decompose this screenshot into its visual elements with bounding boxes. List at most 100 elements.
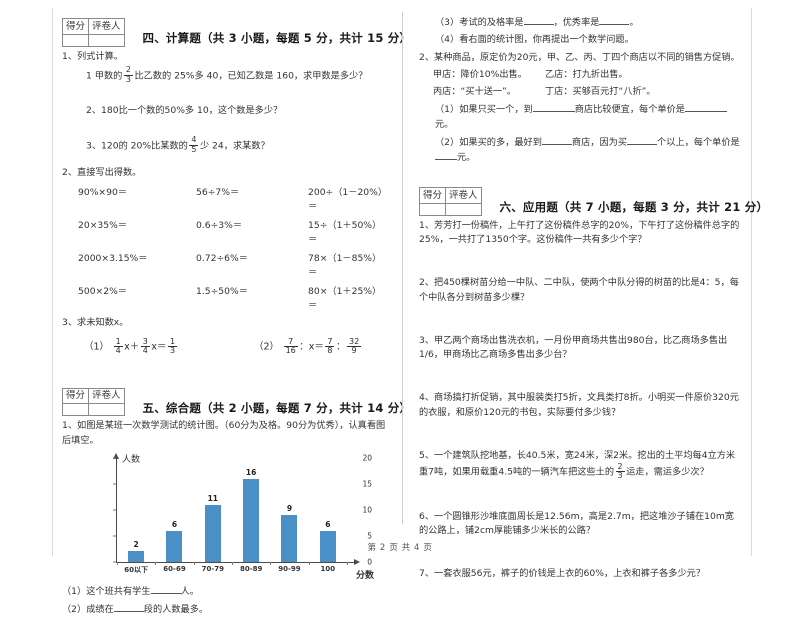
arith-cell: 56÷7%＝ [196, 186, 240, 198]
q5-1-sub-3-mid: ，优秀率是 [553, 17, 600, 28]
q5-1-sub-1-post: 人。 [180, 585, 199, 597]
score-label: 得分 [61, 387, 90, 405]
fraction-denominator: 3 [123, 74, 133, 84]
grader-input-cell[interactable] [88, 33, 125, 47]
arith-cell: 1.5÷50%＝ [196, 285, 248, 297]
store-ding-offer: 丁店：买够百元打“八折”。 [545, 86, 656, 97]
arith-cell: 0.72÷6%＝ [196, 252, 248, 264]
equation-2-mid: ：x＝ [299, 341, 324, 353]
chart-bar-value-label: 16 [245, 467, 257, 477]
fraction-numerator: 1 [115, 336, 121, 346]
q5-1-sub-4: （4）看右面的统计图，你再提出一个数学问题。 [435, 34, 634, 46]
answer-blank[interactable] [113, 602, 144, 613]
section-4-header: 得分 评卷人 四、计算题（共 3 小题，每题 5 分，共计 15 分） [61, 18, 411, 47]
fraction-numerator: 1 [170, 336, 176, 346]
grader-label: 评卷人 [88, 18, 125, 35]
grader-input-cell[interactable] [88, 403, 125, 417]
chart-x-axis [116, 558, 360, 565]
equation-1-mid2: x＝ [151, 341, 167, 353]
q6-item-5: 5、一个建筑队挖地基，长40.5米，宽24米，深2米。挖出的土平均每4立方米重7… [419, 449, 742, 481]
q6-item-3: 3、甲乙两个商场出售洗衣机，一月份甲商场共售出980台，比乙商场多售出1/6，甲… [419, 334, 728, 360]
q4-1-item-3-post: 少 24，求某数？ [199, 140, 270, 152]
section-6-title: 六、应用题（共 7 小题，每题 3 分，共计 21 分） [499, 200, 769, 215]
q5-2-sub-1-mid: 商店比较便宜，每个单价是 [574, 104, 685, 116]
score-input-cell[interactable] [418, 202, 447, 216]
q5-2-sub-2-pre: （2）如果买的多，最好到 [435, 136, 542, 148]
fraction-one-fourth: 14 [113, 336, 123, 356]
arith-cell: 2000×3.15%＝ [78, 252, 148, 264]
arith-cell: 0.6÷3%＝ [196, 219, 243, 231]
chart-x-tick-mark [117, 561, 118, 565]
arith-cell: 15÷（1＋50%）＝ [308, 219, 382, 245]
q5-2-line-3: 丙店：“买十送一”。 丁店：买够百元打“八折”。 [433, 85, 742, 99]
q5-1-label: 1、如图是某班一次数学测试的统计图。（60分为及格。90分为优秀），认真看图后填… [62, 420, 386, 446]
score-box-section-5: 得分 评卷人 [61, 387, 125, 417]
answer-blank[interactable] [532, 102, 575, 113]
grader-input-cell[interactable] [445, 202, 482, 216]
q5-2-sub-2: （2）如果买的多，最好到 商店，因为买 个以上，每个单价是元。 [435, 135, 742, 166]
q5-1-sub-1: （1）这个班共有学生 人。 [62, 584, 390, 599]
equation-2-mid2: ： [335, 341, 346, 353]
exam-page: 得分 评卷人 四、计算题（共 3 小题，每题 5 分，共计 15 分） 1、列式… [0, 0, 800, 615]
fraction-denominator: 16 [283, 345, 298, 355]
fraction-numerator: 2 [617, 461, 623, 471]
fraction-denominator: 4 [140, 345, 150, 355]
answer-blank[interactable] [599, 15, 630, 25]
chart-x-tick-label: 90-99 [278, 564, 301, 573]
grader-label: 评卷人 [88, 387, 125, 405]
answer-blank[interactable] [541, 135, 572, 145]
q6-item-1: 1、芳芳打一份稿件，上午打了这份稿件总字的20%，下午打了这份稿件总字的25%，… [419, 219, 740, 245]
arith-cell: 200÷（1－20%）＝ [308, 186, 388, 212]
fraction-numerator: 2 [125, 65, 131, 75]
store-bing-offer: 丙店：“买十送一”。 [433, 86, 517, 97]
chart-x-tick-label: 60以下 [124, 565, 149, 574]
two-column-layout: 得分 评卷人 四、计算题（共 3 小题，每题 5 分，共计 15 分） 1、列式… [54, 12, 768, 615]
score-box-section-6: 得分 评卷人 [418, 187, 482, 216]
q5-2-sub-1-post: 元。 [435, 118, 454, 130]
q6-item-7: 7、一套衣服56元，裤子的价钱是上衣的60%，上衣和裤子各多少元？ [419, 568, 706, 580]
chart-x-tick-label: 100 [320, 564, 336, 573]
page-footer: 第 2 页 共 4 页 [367, 543, 433, 553]
answer-blank[interactable] [684, 102, 727, 113]
q5-2-sub-2-mid1: 商店，因为买 [571, 136, 628, 148]
chart-y-tick-mark [113, 561, 116, 563]
q5-2-sub-2-mid2: 个以上，每个单价是 [657, 136, 740, 148]
score-distribution-bar-chart: 人数 分数 0 5 10 15 20 2 6 11 16 9 6 60以下 60-69 70-79 80… [76, 452, 376, 582]
arith-cell: 20×35%＝ [78, 219, 127, 231]
score-input-cell[interactable] [61, 33, 90, 47]
q4-1-item-1-post: 比乙数的 25%多 40，已知乙数是 160，求甲数是多少？ [134, 70, 368, 82]
chart-bar-value-label: 11 [207, 493, 219, 503]
chart-x-ticks: 60以下 60-69 70-79 80-89 90-99 100 [117, 565, 347, 575]
answer-blank[interactable] [435, 150, 457, 160]
q4-1-item-3: 3、120的 20%比某数的 4 5 少 24，求某数？ [86, 135, 390, 155]
q5-2-sub-2-post: 元。 [457, 152, 476, 163]
equation-2: （2） 7 16 ：x＝ 7 8： 32 9 [254, 336, 390, 356]
answer-blank[interactable] [523, 15, 554, 25]
q4-3-label: 3、求未知数x。 [62, 316, 129, 328]
answer-blank[interactable] [150, 584, 181, 594]
fraction-denominator: 8 [325, 345, 335, 355]
section-5-header: 得分 评卷人 五、综合题（共 2 小题，每题 7 分，共计 14 分） [61, 387, 411, 417]
score-input-cell[interactable] [61, 403, 90, 417]
fraction-numerator: 7 [288, 336, 294, 346]
q6-item-4: 4、商场搞打折促销，其中服装类打5折，文具类打8折。小明买一件原价320元的衣服… [419, 392, 739, 418]
q5-1-sub-3-post: 。 [629, 17, 639, 28]
arith-cell: 80×（1＋25%）＝ [308, 285, 382, 311]
answer-blank[interactable] [627, 135, 658, 145]
arith-cell: 500×2%＝ [78, 285, 127, 297]
fraction-denominator: 3 [168, 345, 178, 355]
chart-bar [128, 551, 145, 562]
equation-2-prefix: （2） [254, 341, 280, 353]
arith-cell: 90%×90＝ [78, 186, 127, 198]
fraction-denominator: 3 [615, 470, 625, 480]
chart-x-tick-mark [270, 561, 272, 565]
fraction-seven-eighths: 78 [325, 337, 335, 356]
fraction-two-thirds: 23 [123, 65, 133, 84]
fraction-four-fifths: 45 [189, 135, 199, 154]
chart-x-tick-mark [232, 561, 233, 565]
fraction-denominator: 5 [189, 144, 199, 154]
chart-x-tick-label: 80-89 [239, 564, 263, 573]
arith-cell: 78×（1－85%）＝ [308, 252, 382, 278]
fraction-numerator: 3 [142, 336, 148, 346]
q4-1-item-1: 1 甲数的 2 3 比乙数的 25%多 40，已知乙数是 160，求甲数是多少？ [86, 65, 390, 85]
